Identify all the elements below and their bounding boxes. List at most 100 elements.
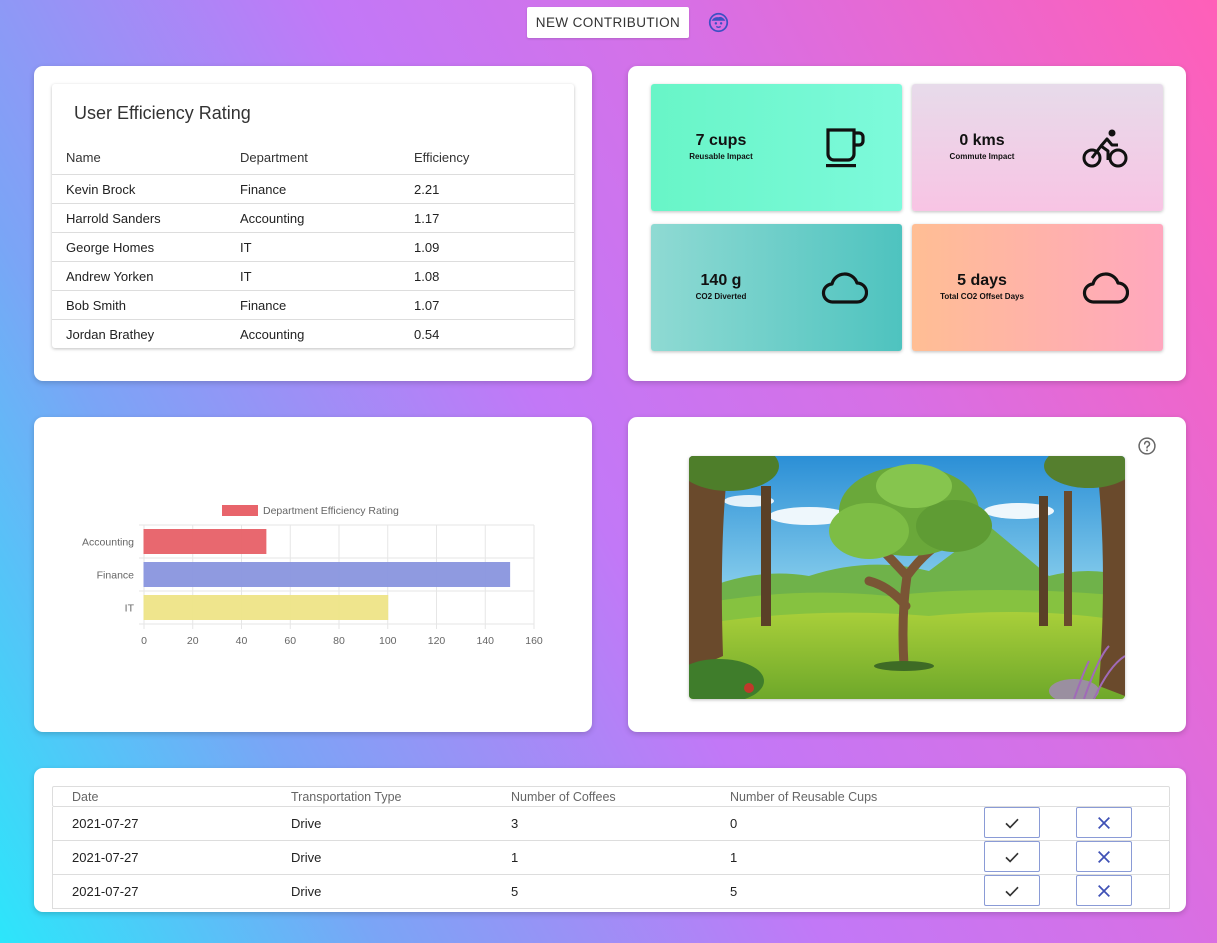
x-tick-label: 80	[333, 635, 345, 647]
stat-label: CO2 Diverted	[695, 292, 747, 301]
efficiency-card: User Efficiency Rating Name Department E…	[34, 66, 592, 381]
cell-department: IT	[226, 261, 400, 291]
new-contribution-button[interactable]: NEW CONTRIBUTION	[527, 7, 689, 38]
x-tick-label: 0	[141, 635, 147, 647]
stat-tile-reusable: 7 cups Reusable Impact	[651, 84, 902, 211]
legend-swatch	[222, 505, 258, 516]
col-header-efficiency: Efficiency	[400, 140, 574, 175]
stat-tile-co2: 140 g CO2 Diverted	[651, 224, 902, 351]
stat-value: 7 cups	[695, 132, 747, 149]
cell-department: Accounting	[226, 203, 400, 233]
col-header-date: Date	[72, 789, 99, 804]
col-header-reusable-cups: Number of Reusable Cups	[730, 789, 878, 804]
bar	[143, 562, 511, 587]
cell-date: 2021-07-27	[72, 884, 139, 899]
approve-button[interactable]	[984, 807, 1040, 838]
col-header-coffees: Number of Coffees	[511, 789, 616, 804]
cell-efficiency: 2.21	[400, 174, 574, 204]
baby-face-icon[interactable]	[708, 12, 729, 33]
cell-transportation: Drive	[291, 816, 322, 831]
coffee-cup-icon	[826, 128, 865, 168]
reject-button[interactable]	[1076, 875, 1132, 906]
stat-value: 5 days	[957, 272, 1007, 289]
y-tick-label: Finance	[97, 570, 135, 582]
x-tick-label: 60	[284, 635, 296, 647]
cell-date: 2021-07-27	[72, 850, 139, 865]
x-tick-label: 100	[379, 635, 397, 647]
stat-value: 0 kms	[959, 132, 1005, 149]
col-header-transportation: Transportation Type	[291, 789, 402, 804]
stat-label: Reusable Impact	[689, 152, 753, 161]
legend-label: Department Efficiency Rating	[263, 505, 399, 517]
efficiency-table: Name Department Efficiency Kevin Brock Fi…	[52, 140, 574, 348]
tree-card	[628, 417, 1186, 732]
check-icon	[1005, 852, 1019, 863]
reject-button[interactable]	[1076, 807, 1132, 838]
help-circle-icon[interactable]	[1137, 436, 1157, 456]
x-tick-label: 140	[476, 635, 494, 647]
cell-reusable-cups: 0	[730, 816, 738, 831]
bar	[143, 595, 389, 620]
stat-tile-offset-days: 5 days Total CO2 Offset Days	[912, 224, 1163, 351]
table-row: Kevin Brock Finance 2.21	[52, 174, 574, 204]
table-row: Harrold Sanders Accounting 1.17	[52, 203, 574, 233]
stat-label: Commute Impact	[949, 152, 1015, 161]
cell-coffees: 1	[511, 850, 519, 865]
contributions-card: Date Transportation Type Number of Coffe…	[34, 768, 1186, 912]
cell-department: Finance	[226, 290, 400, 320]
cell-efficiency: 0.54	[414, 326, 440, 342]
efficiency-title: User Efficiency Rating	[74, 103, 251, 123]
contributions-table: Date Transportation Type Number of Coffe…	[52, 786, 1170, 909]
x-tick-label: 40	[236, 635, 248, 647]
cell-efficiency: 1.17	[400, 203, 574, 233]
close-icon	[1098, 850, 1110, 863]
cell-name: Jordan Brathey	[66, 326, 155, 342]
cell-transportation: Drive	[291, 850, 322, 865]
stat-label: Total CO2 Offset Days	[940, 292, 1024, 301]
x-tick-label: 120	[428, 635, 446, 647]
impact-stats-card: 7 cups Reusable Impact 0 kms Commute Imp…	[628, 66, 1186, 381]
x-tick-label: 160	[525, 635, 543, 647]
cloud-icon	[1082, 272, 1129, 304]
cell-name: Bob Smith	[52, 290, 226, 320]
cell-name: Harrold Sanders	[52, 203, 226, 233]
forest-tree-illustration	[689, 456, 1125, 699]
bar	[143, 529, 267, 554]
cell-name: George Homes	[52, 232, 226, 262]
cell-department: Finance	[226, 174, 400, 204]
x-tick-label: 20	[187, 635, 199, 647]
cell-reusable-cups: 1	[730, 850, 738, 865]
check-icon	[1005, 818, 1019, 829]
cloud-icon	[821, 272, 868, 304]
cell-department: Accounting	[240, 326, 305, 342]
table-row: 2021-07-27 Drive 5 5	[52, 875, 1170, 909]
table-row: 2021-07-27 Drive 1 1	[52, 841, 1170, 875]
efficiency-table-panel: User Efficiency Rating Name Department E…	[52, 84, 574, 348]
department-chart-card: 0 20 40 60 80 100 120 140 160 Accounting Finance IT…	[34, 417, 592, 732]
cell-transportation: Drive	[291, 884, 322, 899]
cell-coffees: 5	[511, 884, 519, 899]
cell-department: IT	[226, 232, 400, 262]
check-icon	[1005, 886, 1019, 897]
cell-coffees: 3	[511, 816, 519, 831]
table-row: 2021-07-27 Drive 3 0	[52, 807, 1170, 841]
approve-button[interactable]	[984, 875, 1040, 906]
col-header-department: Department	[226, 140, 400, 175]
efficiency-header-row: Name Department Efficiency	[52, 140, 574, 175]
y-tick-label: IT	[125, 603, 135, 615]
cell-efficiency: 1.07	[400, 290, 574, 320]
cell-reusable-cups: 5	[730, 884, 738, 899]
cell-date: 2021-07-27	[72, 816, 139, 831]
cell-efficiency: 1.08	[400, 261, 574, 291]
table-row: George Homes IT 1.09	[52, 232, 574, 262]
table-row: Jordan Brathey Accounting 0.54	[52, 320, 574, 349]
cell-name: Kevin Brock	[52, 174, 226, 204]
top-bar: NEW CONTRIBUTION	[0, 7, 1217, 39]
stat-tile-commute: 0 kms Commute Impact	[912, 84, 1163, 211]
reject-button[interactable]	[1076, 841, 1132, 872]
close-icon	[1098, 816, 1110, 829]
cell-efficiency: 1.09	[400, 232, 574, 262]
bicycle-icon	[1082, 129, 1128, 168]
col-header-name: Name	[52, 140, 226, 175]
approve-button[interactable]	[984, 841, 1040, 872]
